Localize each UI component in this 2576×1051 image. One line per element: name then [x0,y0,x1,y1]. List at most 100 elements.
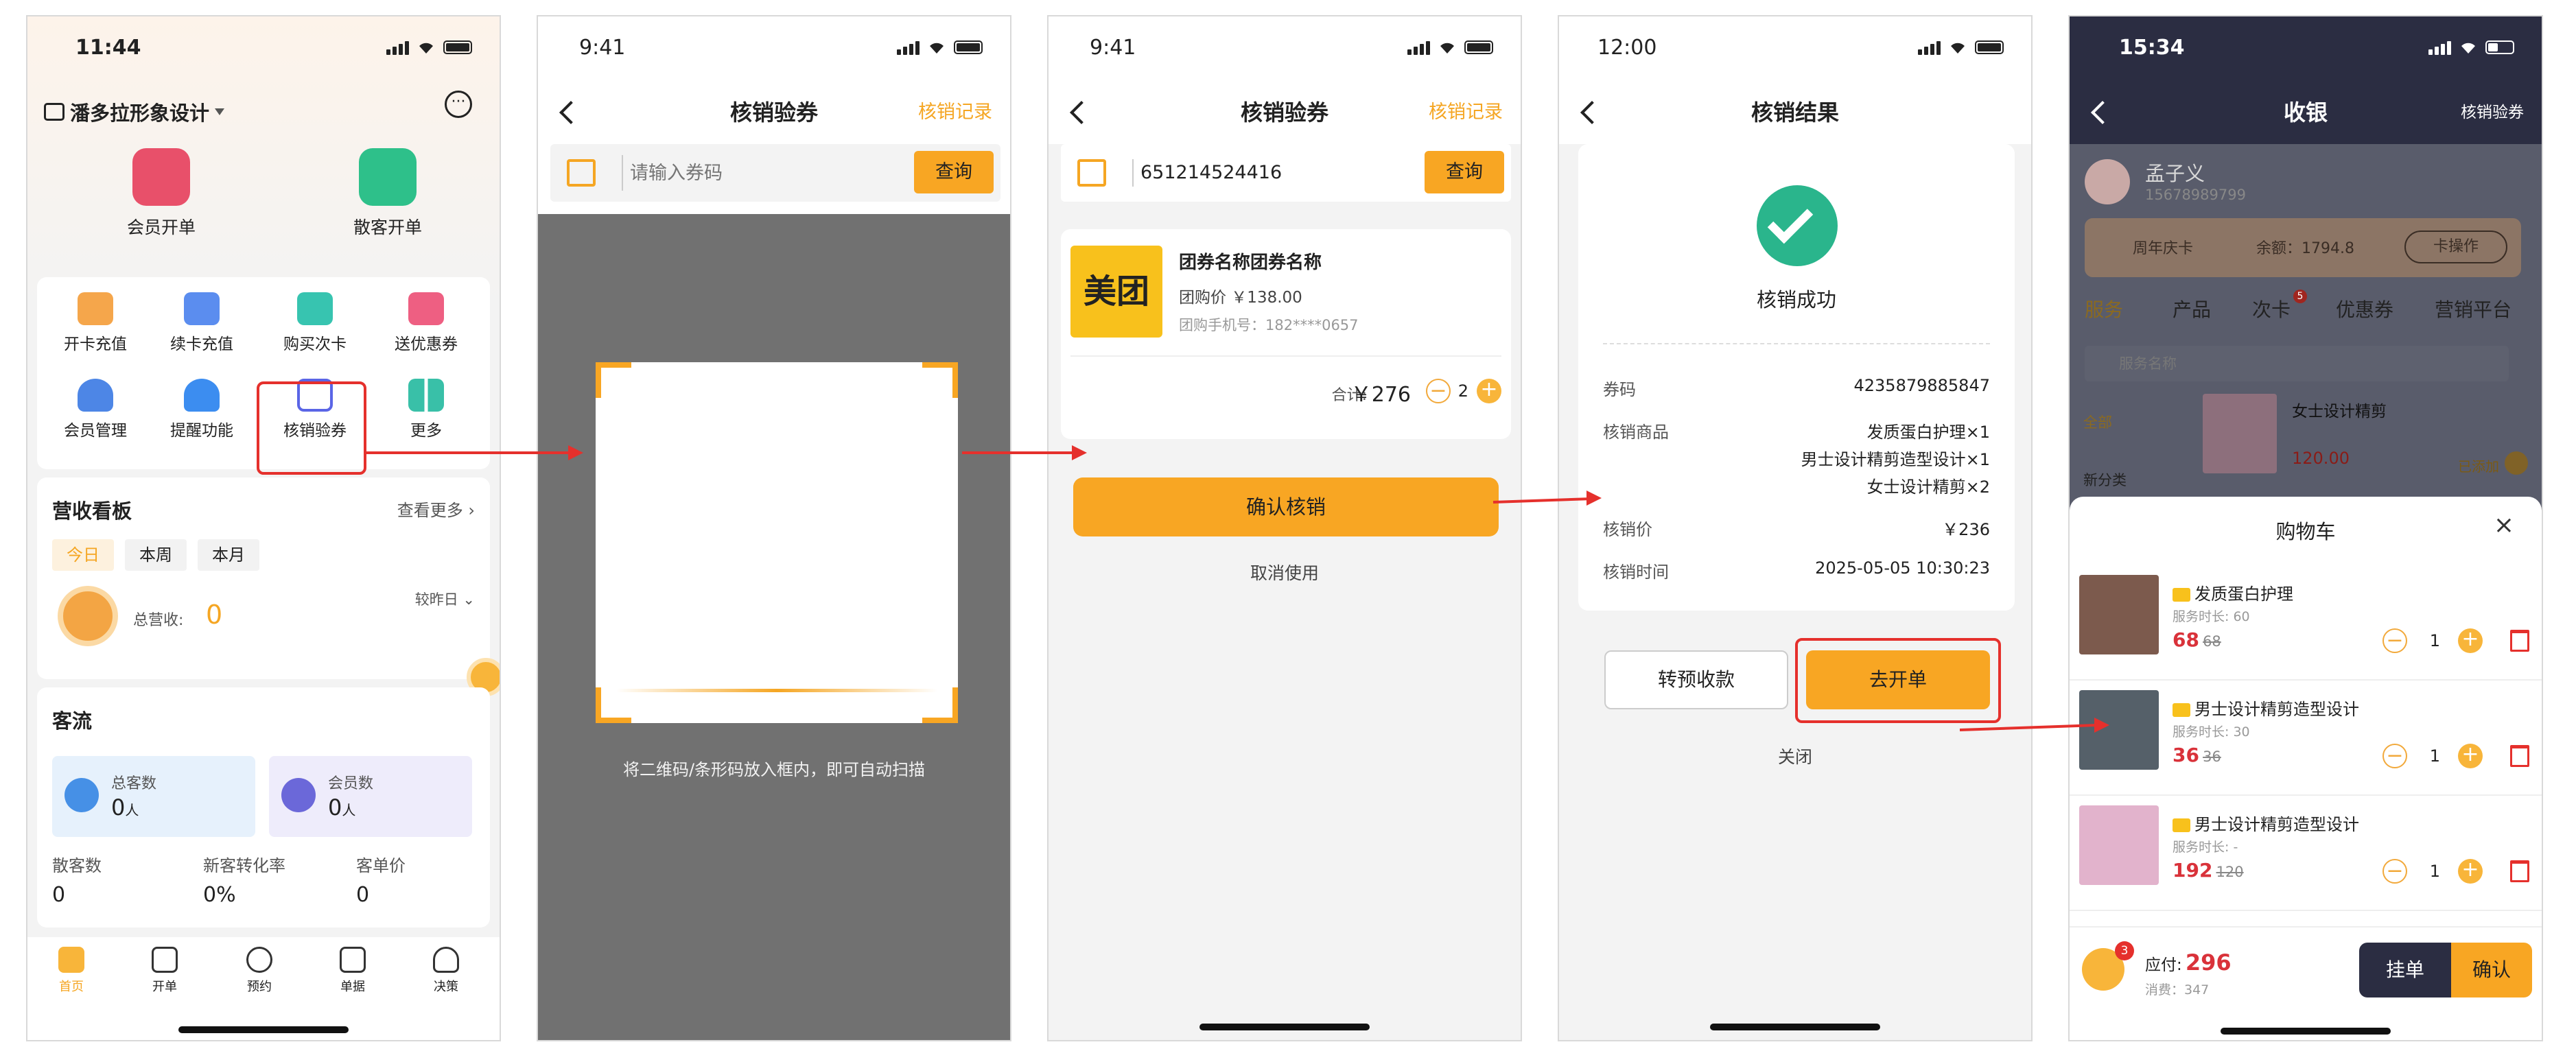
grid-buy-times[interactable]: 购买次卡 [264,292,366,354]
guest-order-icon [359,148,417,206]
cart-sheet: 购物车 × 发质蛋白护理 服务时长: 60 68 68 − 1 + 男士设计精剪… [2070,497,2542,1040]
pay-label: 应付: [2145,956,2182,974]
tab-service[interactable]: 服务 [2085,295,2123,322]
period-week[interactable]: 本周 [125,539,187,571]
tab-label: 首页 [59,980,84,994]
tab-label: 单据 [340,980,365,994]
card-balance: 余额：1794.8 [2256,240,2354,257]
cart-item: 发质蛋白护理 服务时长: 60 68 68 − 1 + [2070,565,2542,681]
home-icon [58,947,84,973]
service-search[interactable]: 服务名称 [2085,346,2509,381]
view-more-link[interactable]: 查看更多 › [397,497,475,521]
checkout-bar: 3 应付: 296 消费：347 挂单 确认 [2070,926,2542,1040]
tab-product[interactable]: 产品 [2173,295,2211,322]
close-link[interactable]: 关闭 [1559,744,2031,768]
scan-icon[interactable] [1077,159,1106,187]
wifi-icon [930,43,944,54]
qty-plus-button[interactable]: + [1477,379,1501,403]
status-time: 11:44 [75,36,141,60]
tab-decision[interactable]: 决策 [419,947,473,995]
tab-bills[interactable]: 单据 [325,947,380,995]
tab-marketing[interactable]: 营销平台 [2435,295,2511,322]
member-card: 周年庆卡 余额：1794.8 卡操作 [2085,218,2521,277]
back-icon[interactable] [2091,101,2114,124]
unit: 人 [125,802,139,818]
result-label: 核销时间 [1603,563,1669,582]
hold-order-button[interactable]: 挂单 [2359,943,2451,997]
query-button[interactable]: 查询 [1425,151,1504,193]
trash-icon[interactable] [2510,860,2529,882]
tab-order[interactable]: 开单 [137,947,192,995]
qty-plus-button[interactable]: + [2458,628,2483,653]
tab-home[interactable]: 首页 [44,947,99,995]
grid-send-coupon[interactable]: 送优惠券 [375,292,478,354]
result-value: 男士设计精剪造型设计×1 [1801,450,1990,469]
qty-value: 2 [1457,381,1468,401]
grid-reminder[interactable]: 提醒功能 [150,379,253,440]
qty-plus-button[interactable]: + [2458,859,2483,884]
qty-minus-button[interactable]: − [1426,379,1451,403]
nav-bar: 收银 核销验券 [2070,85,2542,140]
trash-icon[interactable] [2510,745,2529,767]
card-operate-button[interactable]: 卡操作 [2404,231,2507,263]
item-add-icon[interactable] [2505,451,2528,475]
verify-record-link[interactable]: 核销记录 [918,85,992,140]
scan-frame [596,362,958,723]
confirm-verify-button[interactable]: 确认核销 [1073,477,1499,536]
signal-icon [1918,40,1941,55]
revenue-pie-icon [58,586,118,646]
guest-order-button[interactable]: 散客开单 [329,148,446,239]
home-indicator [1199,1024,1370,1030]
period-today[interactable]: 今日 [52,539,114,571]
tab-coupon[interactable]: 优惠券 [2336,295,2393,322]
close-icon[interactable]: × [2494,513,2514,538]
verify-coupon-link[interactable]: 核销验券 [2461,85,2524,140]
compare-dropdown[interactable]: 较昨日 ⌄ [415,589,475,609]
caret-down-icon [215,108,225,115]
tab-booking[interactable]: 预约 [232,947,287,995]
grid-more[interactable]: 更多 [375,379,478,440]
qty-minus-button[interactable]: − [2382,859,2407,884]
back-icon[interactable] [559,101,583,124]
arrow-head [1072,445,1087,460]
signal-icon [1407,40,1430,55]
cat-all[interactable]: 全部 [2083,412,2112,432]
cart-item-duration: 服务时长: 30 [2173,724,2250,740]
tab-label: 预约 [247,980,272,994]
home-indicator [178,1026,349,1033]
member-order-button[interactable]: 会员开单 [103,148,220,239]
status-bar: 12:00 [1559,16,2031,78]
grid-open-card[interactable]: 开卡充值 [44,292,147,354]
arrow-head [2094,718,2109,733]
back-icon[interactable] [1580,101,1604,124]
status-time: 9:41 [1090,36,1136,60]
query-button[interactable]: 查询 [914,151,994,193]
grid-renew-card[interactable]: 续卡充值 [150,292,253,354]
period-month[interactable]: 本月 [198,539,259,571]
confirm-button[interactable]: 确认 [2451,943,2532,997]
qty-minus-button[interactable]: − [2382,744,2407,768]
qty-plus-button[interactable]: + [2458,744,2483,768]
code-input[interactable]: 651214524416 [1132,159,1282,187]
store-selector[interactable]: 潘多拉形象设计 [44,97,225,126]
checkout-screen: 15:34 收银 核销验券 孟子义 15678989799 周年庆卡 余额：179… [2068,15,2543,1041]
grid-member-mgmt[interactable]: 会员管理 [44,379,147,440]
qty-value: 1 [2429,631,2440,650]
tab-times-card[interactable]: 次卡 [2252,295,2291,322]
trash-icon[interactable] [2510,630,2529,652]
cancel-use-link[interactable]: 取消使用 [1049,560,1521,584]
message-icon[interactable]: ··· [445,91,472,118]
coupon-verify-screen: 9:41 核销验券 核销记录 651214524416 查询 美团 团券名称团券名… [1047,15,1522,1041]
qty-minus-button[interactable]: − [2382,628,2407,653]
code-input[interactable] [622,155,896,191]
nav-bar: 核销结果 [1559,85,2031,140]
cart-item-price: 68 [2173,628,2199,651]
tab-bar: 首页 开单 预约 单据 决策 [27,937,500,1040]
cat-new[interactable]: 新分类 [2083,469,2127,490]
back-icon[interactable] [1070,101,1093,124]
verify-record-link[interactable]: 核销记录 [1429,85,1503,140]
arrow-line [365,451,571,454]
prepay-button[interactable]: 转预收款 [1604,650,1788,709]
home-indicator [1710,1024,1880,1030]
scan-icon[interactable] [567,159,596,187]
